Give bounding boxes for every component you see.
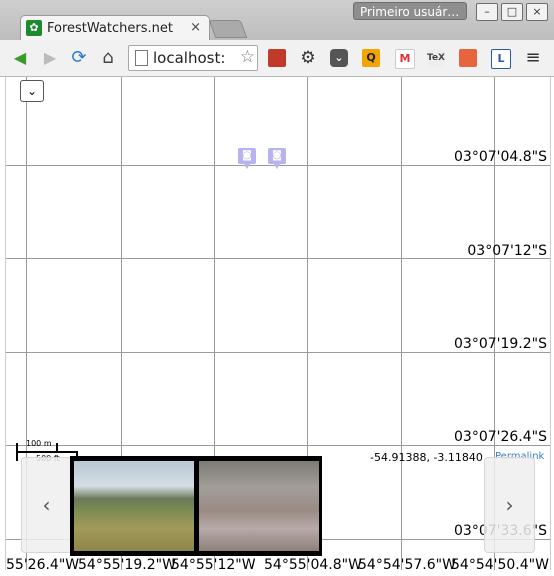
red-book-icon[interactable] [268, 49, 286, 67]
minimize-button[interactable]: – [476, 3, 498, 21]
pocket-icon[interactable]: ⌄ [330, 49, 348, 67]
forest-photo-thumbnail[interactable] [74, 461, 194, 551]
photo-prev-button[interactable]: ‹ [21, 457, 72, 553]
browser-toolbar: ◀ ▶ ⟳ ⌂ localhost: ☆ ⚙ ⌄ Q M TeX L ≡ [0, 40, 554, 77]
chrome-menu-icon[interactable]: ≡ [523, 48, 543, 68]
camera-icon[interactable]: ◙ [268, 148, 286, 169]
latitude-label: 03°07'12"S [467, 243, 547, 259]
longitude-label: 54°54'57.6"W [358, 557, 456, 570]
camera-icon[interactable]: ◙ [238, 148, 256, 169]
maximize-button[interactable]: □ [501, 3, 523, 21]
grid-line [6, 445, 550, 446]
forest-photo-thumbnail[interactable] [199, 461, 319, 551]
grid-line [6, 352, 550, 353]
bookmark-icon[interactable]: L [491, 49, 511, 69]
new-tab-button[interactable] [208, 20, 248, 38]
back-arrow-icon[interactable]: ◀ [10, 48, 30, 68]
longitude-label: 54°55'12"W [171, 557, 256, 570]
gear-icon[interactable]: ⚙ [299, 49, 317, 67]
browser-title-bar: ✿ ForestWatchers.net × Primeiro usuár… –… [0, 0, 554, 42]
longitude-label: 54°55'04.8"W [264, 557, 362, 570]
longitude-label: 54°55'19.2"W [78, 557, 176, 570]
layer-dropdown-button[interactable]: ⌄ [20, 80, 44, 102]
longitude-label: 54°54'50.4"W [451, 557, 549, 570]
longitude-label: 55'26.4"W [6, 557, 80, 570]
bookmark-star-icon[interactable]: ☆ [240, 47, 255, 67]
eraser-icon[interactable] [459, 49, 477, 67]
latitude-label: 03°07'19.2"S [454, 336, 547, 352]
address-bar[interactable]: localhost: ☆ [128, 45, 258, 71]
page-icon [135, 50, 148, 66]
forestwatchers-favicon-icon: ✿ [26, 20, 42, 36]
map-viewport[interactable]: ⌄ ◙ ◙ 03°07'04.8"S 03°07'12"S 03°07'19.2… [5, 77, 551, 570]
profile-button[interactable]: Primeiro usuár… [353, 2, 467, 20]
cursor-coordinates: -54.91388, -3.11840 [370, 451, 483, 464]
home-icon[interactable]: ⌂ [98, 48, 118, 68]
latitude-label: 03°07'04.8"S [454, 149, 547, 165]
reload-icon[interactable]: ⟳ [69, 48, 89, 68]
close-window-button[interactable]: × [526, 3, 548, 21]
browser-tab[interactable]: ✿ ForestWatchers.net × [20, 15, 210, 42]
gmail-icon[interactable]: M [395, 49, 415, 69]
tab-title: ForestWatchers.net [47, 21, 173, 36]
url-text[interactable]: localhost: [153, 49, 233, 67]
photo-next-button[interactable]: › [484, 457, 535, 553]
window-bottom-edge [0, 570, 554, 576]
tab-close-icon[interactable]: × [190, 20, 201, 35]
tex-icon[interactable]: TeX [427, 49, 445, 67]
q-icon[interactable]: Q [362, 49, 380, 67]
grid-line [401, 77, 402, 570]
latitude-label: 03°07'26.4"S [454, 429, 547, 445]
photo-strip [70, 456, 322, 556]
scale-metric-label: 100 m [26, 439, 52, 448]
forward-arrow-icon[interactable]: ▶ [40, 48, 60, 68]
